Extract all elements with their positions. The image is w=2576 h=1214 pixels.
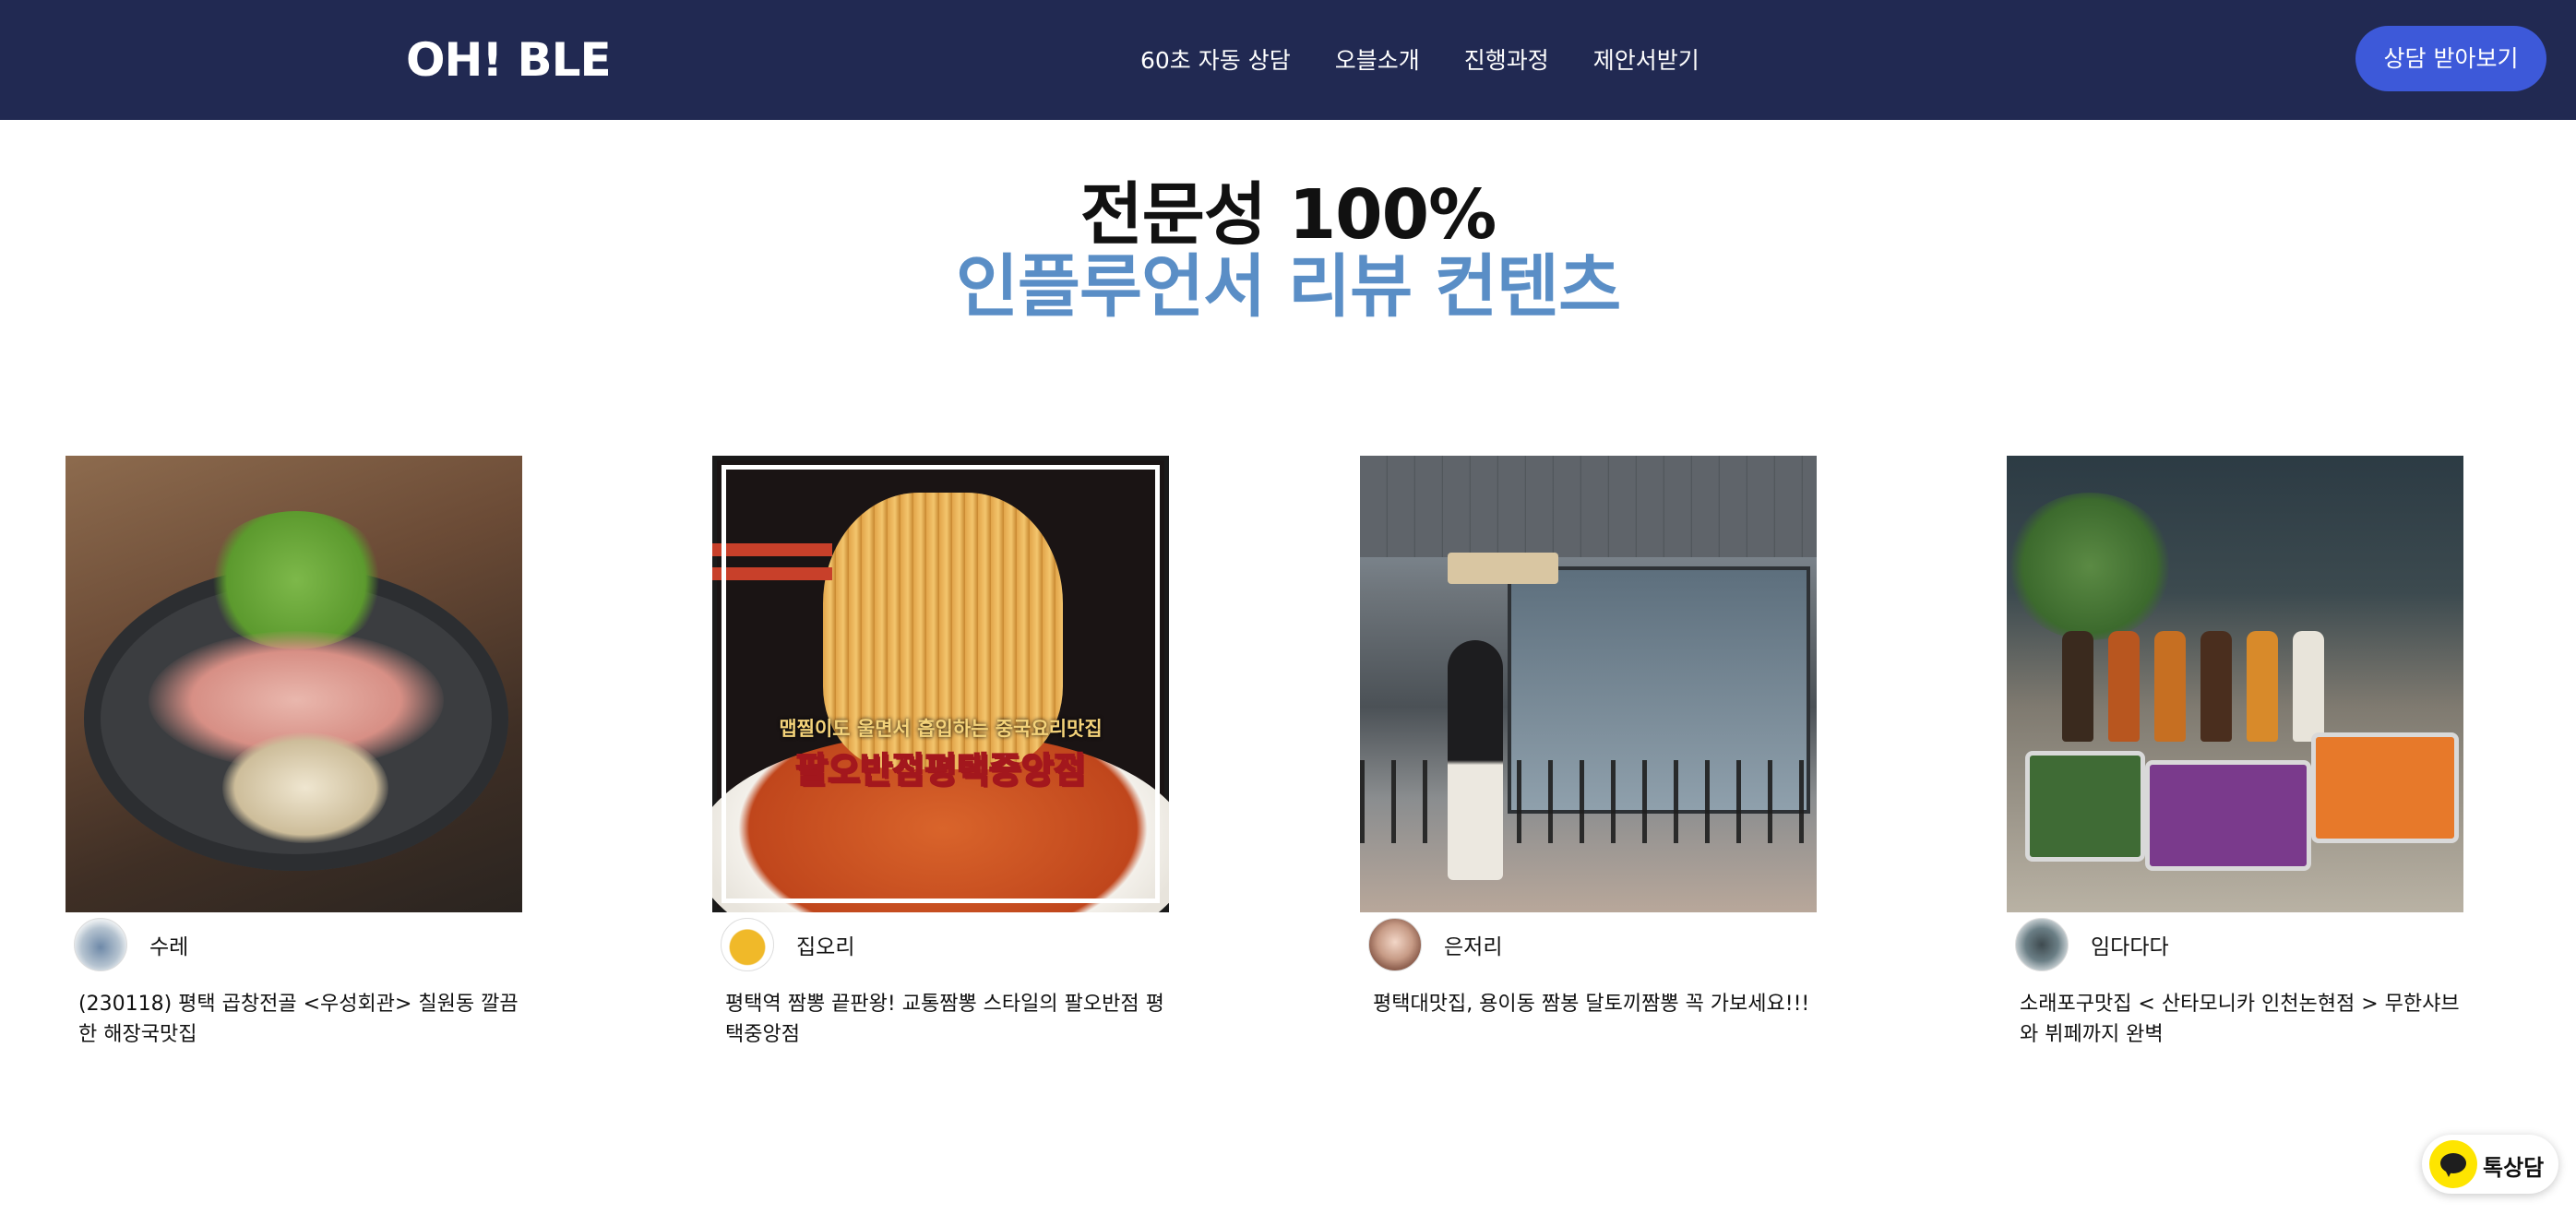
nav-item-proposal[interactable]: 제안서받기 xyxy=(1593,42,1699,76)
avatar xyxy=(74,918,127,971)
photo-shape xyxy=(2007,493,2173,640)
photo-shape xyxy=(1448,553,1558,584)
main-nav: 60초 자동 상담 오블소개 진행과정 제안서받기 xyxy=(1140,37,1699,81)
photo-shape xyxy=(2311,732,2459,843)
photo-shape xyxy=(2293,631,2324,742)
nav-item-process[interactable]: 진행과정 xyxy=(1464,42,1549,76)
photo-shape xyxy=(1360,760,1817,843)
photo-shape xyxy=(2145,760,2311,871)
photo-shape xyxy=(1448,640,1503,880)
review-author-row: 수레 xyxy=(74,916,517,971)
chat-bubble-icon xyxy=(2429,1140,2477,1188)
review-author-row: 임다다다 xyxy=(2015,916,2458,971)
photo-shape xyxy=(2247,631,2278,742)
top-navbar: OH! BLE 60초 자동 상담 오블소개 진행과정 제안서받기 상담 받아보… xyxy=(0,0,2576,120)
photo-shape xyxy=(2025,751,2145,862)
photo-shape xyxy=(2154,631,2186,742)
review-title[interactable]: 소래포구맛집 < 산타모니카 인천논현점 > 무한샤브와 뷔페까지 완벽 xyxy=(2020,989,2463,1050)
site-logo[interactable]: OH! BLE xyxy=(406,30,612,89)
review-author-row: 은저리 xyxy=(1368,916,1811,971)
photo-frame xyxy=(722,465,1160,903)
review-photo-noodles[interactable]: 맵찔이도 울면서 흡입하는 중국요리맛집 팔오반점평택중앙점 xyxy=(712,456,1169,912)
photo-shape xyxy=(2108,631,2140,742)
section-subtitle: 인플루언서 리뷰 컨텐츠 xyxy=(955,247,1621,327)
review-title[interactable]: 평택대맛집, 용이동 짬봉 달토끼짬뽕 꼭 가보세요!!! xyxy=(1373,989,1816,1019)
review-photo-salad-bar[interactable] xyxy=(2007,456,2463,912)
nav-item-about[interactable]: 오블소개 xyxy=(1335,42,1420,76)
review-author: 집오리 xyxy=(796,935,855,959)
review-title[interactable]: (230118) 평택 곱창전골 <우성회관> 칠원동 깔끔한 해장국맛집 xyxy=(78,989,521,1050)
photo-shape xyxy=(204,511,388,649)
review-card[interactable]: 수레 (230118) 평택 곱창전골 <우성회관> 칠원동 깔끔한 해장국맛집 xyxy=(66,456,527,1046)
photo-shape xyxy=(2062,631,2093,742)
avatar xyxy=(721,918,774,971)
chat-label: 톡상담 xyxy=(2483,1155,2545,1181)
review-photo-storefront[interactable] xyxy=(1360,456,1817,912)
photo-shape xyxy=(2200,631,2232,742)
consult-button[interactable]: 상담 받아보기 xyxy=(2355,26,2546,91)
photo-shape xyxy=(1360,456,1817,557)
review-card[interactable]: 맵찔이도 울면서 흡입하는 중국요리맛집 팔오반점평택중앙점 집오리 평택역 짬… xyxy=(712,456,1174,1046)
nav-item-auto-consult[interactable]: 60초 자동 상담 xyxy=(1140,42,1291,76)
review-card[interactable]: 은저리 평택대맛집, 용이동 짬봉 달토끼짬뽕 꼭 가보세요!!! xyxy=(1360,456,1821,1016)
review-photo-hotpot[interactable] xyxy=(66,456,522,912)
review-author: 은저리 xyxy=(1444,935,1503,959)
chat-consult-button[interactable]: 톡상담 xyxy=(2422,1135,2558,1194)
avatar xyxy=(2015,918,2069,971)
photo-shape xyxy=(222,732,388,843)
review-author-row: 집오리 xyxy=(721,916,1163,971)
avatar xyxy=(1368,918,1422,971)
review-author: 수레 xyxy=(149,935,189,959)
review-title[interactable]: 평택역 짬뽕 끝판왕! 교통짬뽕 스타일의 팔오반점 평택중앙점 xyxy=(725,989,1168,1050)
review-card[interactable]: 임다다다 소래포구맛집 < 산타모니카 인천논현점 > 무한샤브와 뷔페까지 완… xyxy=(2007,456,2468,1046)
review-author: 임다다다 xyxy=(2091,935,2169,959)
